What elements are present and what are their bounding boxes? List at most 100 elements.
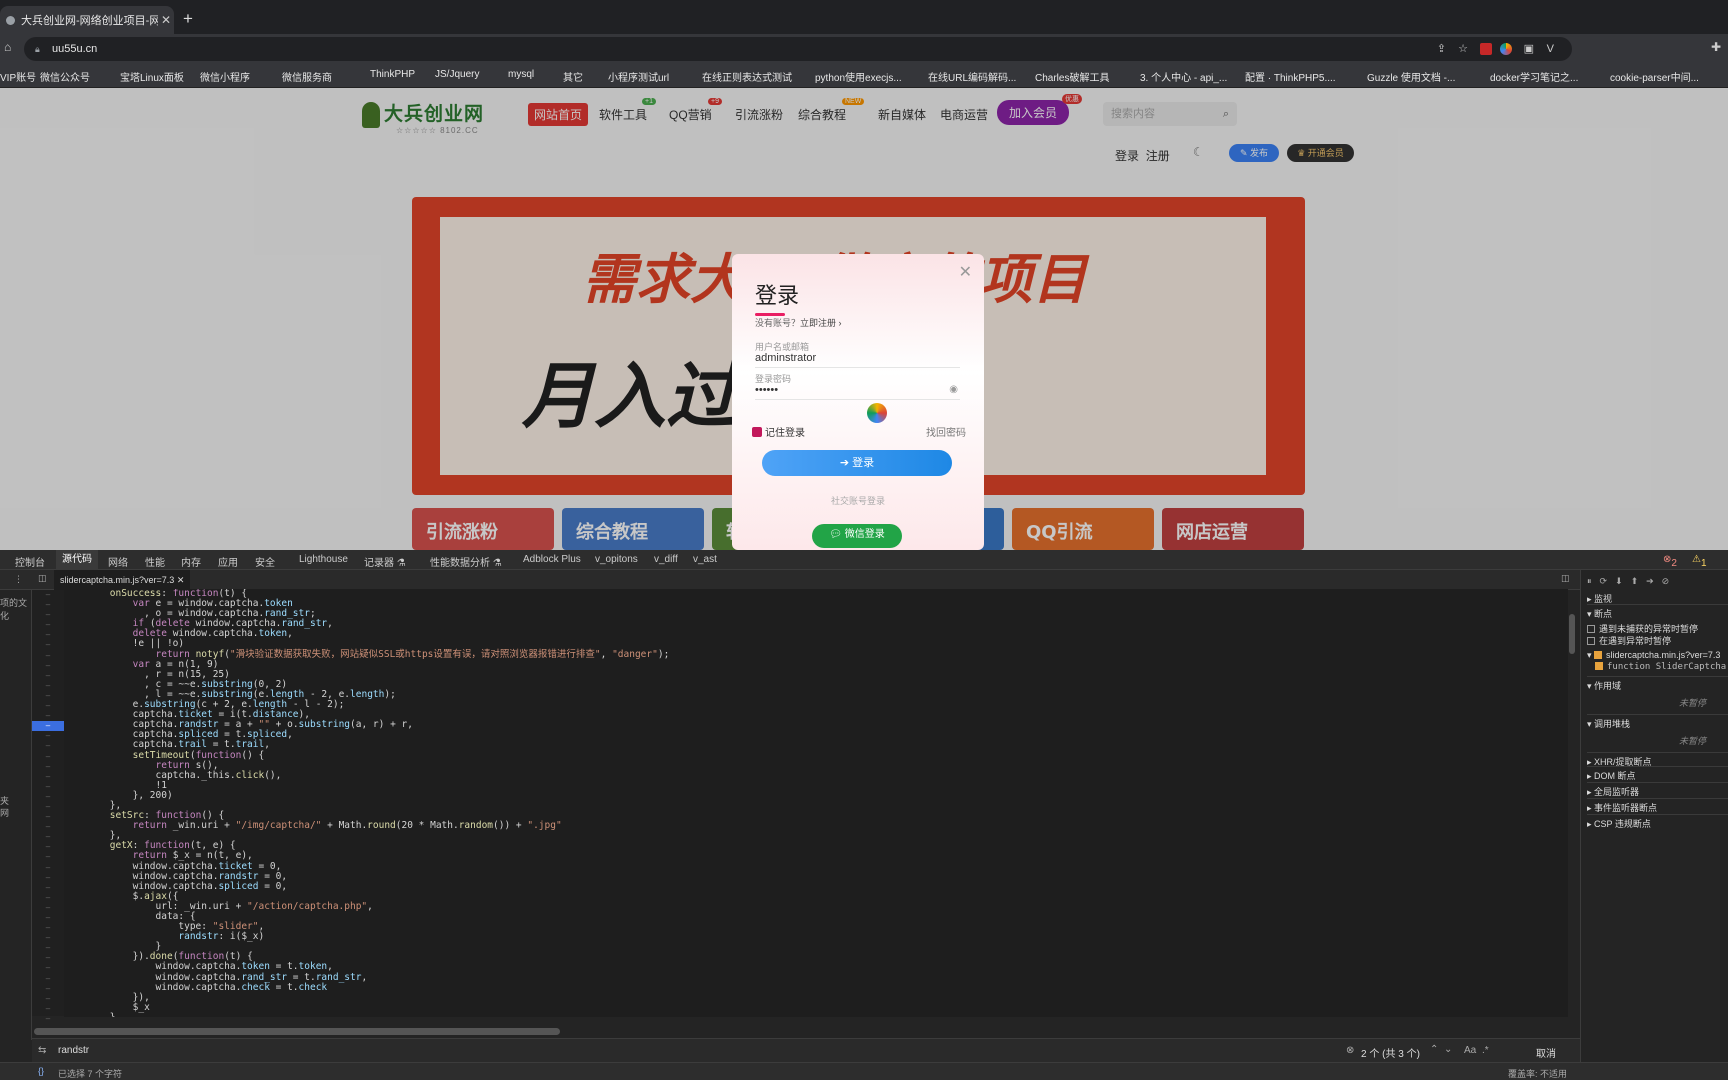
breakpoint-line[interactable]: function SliderCaptcha — [1595, 662, 1726, 672]
devtools-tab[interactable]: 安全 — [255, 554, 275, 569]
bookmark-item[interactable]: 配置 · ThinkPHP5.... — [1245, 69, 1336, 84]
code-line[interactable]: } — [64, 942, 1568, 952]
line-number[interactable]: – — [32, 953, 64, 963]
next-match-icon[interactable]: ⌄ — [1444, 1044, 1452, 1055]
code-line[interactable]: type: "slider", — [64, 921, 1568, 932]
line-number[interactable]: – — [32, 782, 64, 792]
code-line[interactable]: captcha._this.click(), — [64, 770, 1568, 781]
devtools-tab[interactable]: 性能数据分析 ⚗ — [430, 554, 502, 569]
cancel-search-button[interactable]: 取消 — [1536, 1045, 1556, 1060]
line-number[interactable]: – — [32, 893, 64, 903]
forgot-password-link[interactable]: 找回密码 — [926, 424, 966, 439]
adblock-extension-icon[interactable] — [1480, 43, 1492, 55]
bookmark-item[interactable]: 在线URL编码解码... — [928, 69, 1016, 84]
line-number[interactable]: – — [32, 630, 64, 640]
login-submit-button[interactable]: ➔ 登录 — [762, 450, 952, 476]
code-line[interactable]: } — [64, 1012, 1568, 1017]
code-line[interactable]: }, 200) — [64, 790, 1568, 801]
devtools-tab[interactable]: v_opitons — [595, 554, 638, 565]
code-line[interactable]: }, — [64, 831, 1568, 841]
line-number[interactable]: – — [32, 903, 64, 913]
code-line[interactable]: var a = n(1, 9) — [64, 659, 1568, 670]
code-line[interactable]: captcha.spliced = t.spliced, — [64, 730, 1568, 740]
code-line[interactable]: }), — [64, 992, 1568, 1003]
line-number[interactable]: – — [32, 913, 64, 923]
bookmark-item[interactable]: 微信公众号 — [40, 69, 90, 84]
devtools-tab[interactable]: 内存 — [181, 554, 201, 569]
code-line[interactable]: captcha.trail = t.trail, — [64, 740, 1568, 750]
code-line[interactable]: window.captcha.randstr = 0, — [64, 871, 1568, 882]
call-stack-section[interactable]: ▾ 调用堆栈 — [1587, 714, 1728, 730]
line-number[interactable]: – — [32, 812, 64, 822]
toggle-navigator-icon[interactable]: ◫ — [38, 573, 47, 584]
devtools-tab[interactable]: 网络 — [108, 554, 128, 569]
devtools-tab[interactable]: 性能 — [145, 554, 165, 569]
extensions-puzzle-icon[interactable]: ✚ — [1711, 40, 1721, 54]
bookmark-item[interactable]: mysql — [508, 69, 534, 80]
line-number[interactable]: – — [32, 772, 64, 782]
navigator-item[interactable]: 项的文化 — [0, 596, 31, 622]
scope-section[interactable]: ▾ 作用域 — [1587, 676, 1728, 692]
close-tab-icon[interactable]: ✕ — [158, 13, 174, 27]
extension-icon[interactable]: V — [1547, 37, 1554, 61]
line-number[interactable]: – — [32, 963, 64, 973]
code-line[interactable]: window.captcha.ticket = 0, — [64, 861, 1568, 872]
bookmark-item[interactable]: 在线正则表达式测试 — [702, 69, 792, 84]
line-number[interactable]: – — [32, 842, 64, 852]
error-count-badge[interactable]: ⊗ 2 — [1663, 554, 1677, 569]
navigator-item[interactable]: 网 — [0, 806, 9, 819]
breakpoint-file[interactable]: ▾ slidercaptcha.min.js?ver=7.3 — [1587, 650, 1720, 661]
show-password-icon[interactable]: ◉ — [949, 384, 958, 395]
address-bar[interactable]: 🔒︎ uu55u.cn ⇪ ☆ ▣ V — [24, 37, 1572, 61]
code-line[interactable]: return notyf("滑块验证数据获取失败，网站疑似SSL或https设置… — [64, 649, 1568, 660]
devtools-tab[interactable]: v_ast — [693, 554, 717, 565]
code-line[interactable]: data: { — [64, 911, 1568, 922]
line-number[interactable]: – — [32, 802, 64, 812]
code-line[interactable]: , r = n(15, 25) — [64, 669, 1568, 680]
code-line[interactable]: getX: function(t, e) { — [64, 841, 1568, 851]
bookmark-item[interactable]: Guzzle 使用文档 -... — [1367, 69, 1455, 84]
devtools-tab-active[interactable]: 源代码 — [56, 550, 98, 570]
new-tab-icon[interactable]: + — [183, 9, 193, 29]
toggle-debugger-icon[interactable]: ◫ — [1561, 573, 1570, 584]
devtools-tab[interactable]: v_diff — [654, 554, 678, 565]
line-number[interactable]: – — [32, 974, 64, 984]
bookmark-item[interactable]: ThinkPHP — [370, 69, 415, 80]
line-number[interactable]: – — [32, 863, 64, 873]
line-number[interactable]: – — [32, 711, 64, 721]
bookmark-item[interactable]: VIP账号 — [0, 69, 36, 84]
bookmark-item[interactable]: 微信小程序 — [200, 69, 250, 84]
code-editor[interactable]: onSuccess: function(t) { var e = window.… — [64, 589, 1568, 1017]
replace-toggle-icon[interactable]: ⇆ — [38, 1045, 46, 1056]
bookmark-item[interactable]: 宝塔Linux面板 — [120, 69, 184, 84]
line-number[interactable]: – — [32, 1004, 64, 1014]
line-number[interactable]: – — [32, 600, 64, 610]
file-tab[interactable]: slidercaptcha.min.js?ver=7.3 ✕ — [54, 570, 191, 590]
code-line[interactable]: return _win.uri + "/img/captcha/" + Math… — [64, 821, 1568, 831]
devtools-tab[interactable]: Lighthouse — [299, 554, 348, 565]
bookmark-item[interactable]: Charles破解工具 — [1035, 69, 1109, 84]
dom-breakpoints-section[interactable]: ▸ DOM 断点 — [1587, 766, 1728, 782]
code-line[interactable]: setTimeout(function() { — [64, 750, 1568, 761]
debug-controls[interactable]: ⏸⟳⬇⬆➔⊘ — [1587, 576, 1677, 587]
line-number[interactable]: – — [32, 883, 64, 893]
bookmark-item[interactable]: 小程序测试url — [608, 69, 669, 84]
code-line[interactable]: return s(), — [64, 760, 1568, 771]
clear-search-icon[interactable]: ⊗ — [1346, 1045, 1354, 1056]
line-number[interactable]: – — [32, 590, 64, 600]
line-number[interactable]: – — [32, 610, 64, 620]
line-number[interactable]: – — [32, 620, 64, 630]
extension-icon[interactable] — [1500, 43, 1512, 55]
line-number[interactable]: – — [32, 943, 64, 953]
code-line[interactable]: randstr: i($_x) — [64, 932, 1568, 942]
warning-count-badge[interactable]: ⚠ 1 — [1692, 554, 1707, 569]
line-number[interactable]: – — [32, 731, 64, 741]
bookmark-star-icon[interactable]: ☆ — [1458, 37, 1468, 61]
code-line[interactable]: return $_x = n(t, e), — [64, 851, 1568, 861]
bookmark-item[interactable]: docker学习笔记之... — [1490, 69, 1578, 84]
username-field[interactable]: adminstrator — [755, 352, 960, 368]
pause-caught-checkbox[interactable]: 在遇到异常时暂停 — [1587, 634, 1671, 647]
code-line[interactable]: window.captcha.check = t.check — [64, 982, 1568, 993]
line-number[interactable]: – — [32, 822, 64, 832]
devtools-tab[interactable]: Adblock Plus — [523, 554, 581, 565]
